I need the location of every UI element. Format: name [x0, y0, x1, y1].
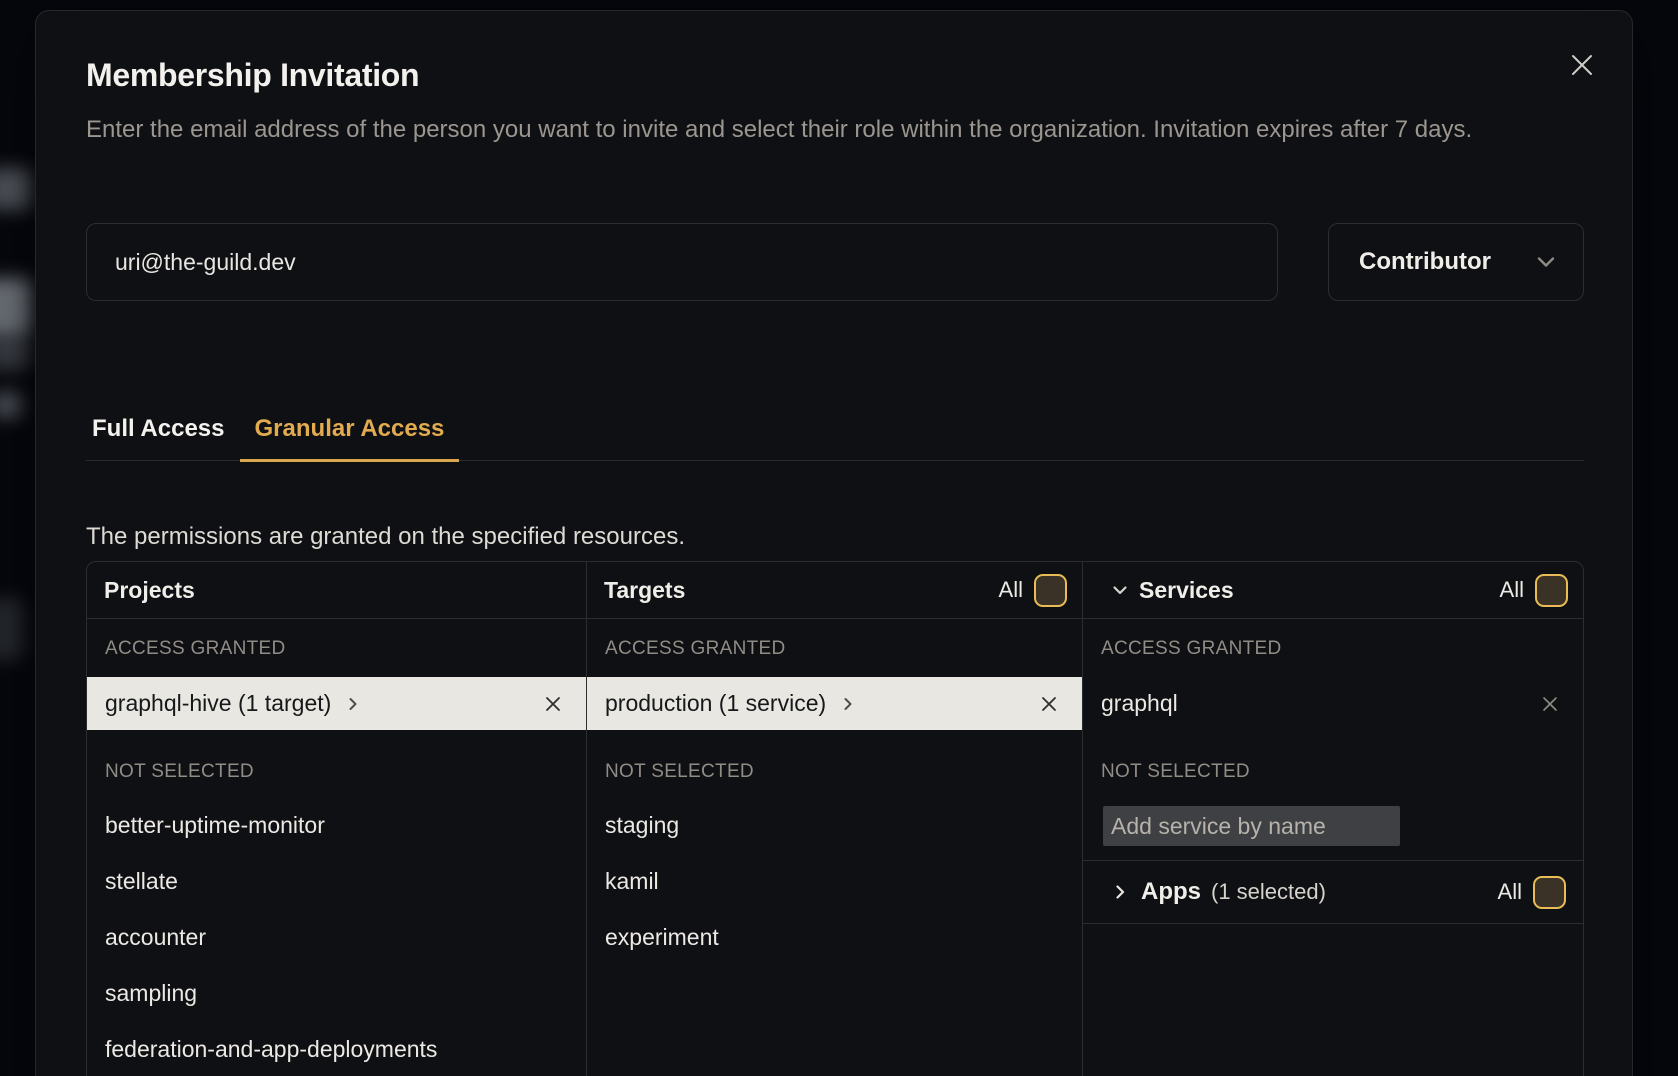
- backdrop-blur-artifact: [0, 392, 22, 418]
- apps-section-toggle[interactable]: Apps (1 selected) All: [1083, 860, 1583, 924]
- targets-header-title: Targets: [604, 577, 685, 604]
- services-column: Services All ACCESS GRANTED graphql NOT …: [1082, 562, 1583, 1076]
- apps-all-checkbox[interactable]: [1533, 876, 1566, 909]
- apps-selected-count: (1 selected): [1211, 879, 1326, 905]
- services-header[interactable]: Services All: [1083, 562, 1583, 619]
- dialog-title: Membership Invitation: [86, 57, 419, 94]
- projects-header-title: Projects: [104, 577, 195, 604]
- granted-project-row[interactable]: graphql-hive (1 target): [87, 677, 586, 730]
- email-field[interactable]: [86, 223, 1278, 301]
- backdrop-blur-artifact: [0, 278, 32, 336]
- list-item[interactable]: experiment: [587, 909, 1082, 965]
- services-all-label: All: [1500, 577, 1524, 603]
- projects-column: Projects ACCESS GRANTED graphql-hive (1 …: [87, 562, 586, 1076]
- apps-all-label: All: [1498, 879, 1522, 905]
- granted-service-name: graphql: [1101, 690, 1178, 717]
- targets-access-granted-label: ACCESS GRANTED: [605, 637, 1064, 661]
- role-select-value: Contributor: [1359, 248, 1491, 276]
- list-item[interactable]: kamil: [587, 853, 1082, 909]
- add-service-input[interactable]: [1103, 806, 1400, 846]
- backdrop-blur-artifact: [0, 598, 24, 660]
- backdrop-blur-artifact: [0, 336, 30, 370]
- projects-access-granted-label: ACCESS GRANTED: [105, 637, 568, 661]
- resources-panel: Projects ACCESS GRANTED graphql-hive (1 …: [86, 561, 1584, 1076]
- granted-target-row[interactable]: production (1 service): [587, 677, 1082, 730]
- services-all-checkbox[interactable]: [1535, 574, 1568, 607]
- chevron-right-icon: [345, 696, 361, 712]
- chevron-down-icon: [1535, 251, 1557, 273]
- targets-header: Targets All: [587, 562, 1082, 619]
- granted-project-name: graphql-hive (1 target): [105, 690, 331, 717]
- targets-not-selected-list: staging kamil experiment: [587, 797, 1082, 965]
- close-button[interactable]: [1564, 47, 1600, 83]
- remove-target-button[interactable]: [1038, 693, 1060, 715]
- projects-not-selected-label: NOT SELECTED: [105, 760, 568, 784]
- targets-all-label: All: [999, 577, 1023, 603]
- list-item[interactable]: staging: [587, 797, 1082, 853]
- services-access-granted-label: ACCESS GRANTED: [1101, 637, 1565, 661]
- targets-column: Targets All ACCESS GRANTED production (1…: [586, 562, 1082, 1076]
- granted-target-name: production (1 service): [605, 690, 826, 717]
- services-not-selected-label: NOT SELECTED: [1101, 760, 1565, 784]
- list-item[interactable]: federation-and-app-deployments: [87, 1021, 586, 1076]
- granted-service-row[interactable]: graphql: [1083, 677, 1583, 730]
- x-icon: [1038, 693, 1060, 715]
- x-icon: [1539, 693, 1561, 715]
- role-select[interactable]: Contributor: [1328, 223, 1584, 301]
- chevron-right-icon: [1111, 883, 1129, 901]
- membership-invitation-dialog: Membership Invitation Enter the email ad…: [35, 10, 1633, 1076]
- list-item[interactable]: accounter: [87, 909, 586, 965]
- tab-full-access[interactable]: Full Access: [86, 409, 240, 462]
- remove-project-button[interactable]: [542, 693, 564, 715]
- targets-all-checkbox[interactable]: [1034, 574, 1067, 607]
- remove-service-button[interactable]: [1539, 693, 1561, 715]
- services-header-title: Services: [1139, 577, 1234, 604]
- access-tabs: Full Access Granular Access: [86, 409, 1584, 461]
- list-item[interactable]: better-uptime-monitor: [87, 797, 586, 853]
- targets-not-selected-label: NOT SELECTED: [605, 760, 1064, 784]
- dialog-description: Enter the email address of the person yo…: [86, 111, 1561, 149]
- permissions-note: The permissions are granted on the speci…: [86, 523, 685, 551]
- chevron-down-icon: [1111, 581, 1129, 599]
- apps-label: Apps: [1141, 878, 1201, 906]
- list-item[interactable]: stellate: [87, 853, 586, 909]
- close-icon: [1567, 50, 1597, 80]
- x-icon: [542, 693, 564, 715]
- projects-not-selected-list: better-uptime-monitor stellate accounter…: [87, 797, 586, 1076]
- tab-granular-access[interactable]: Granular Access: [240, 409, 460, 462]
- chevron-right-icon: [840, 696, 856, 712]
- list-item[interactable]: sampling: [87, 965, 586, 1021]
- projects-header: Projects: [87, 562, 586, 619]
- backdrop-blur-artifact: [0, 168, 32, 210]
